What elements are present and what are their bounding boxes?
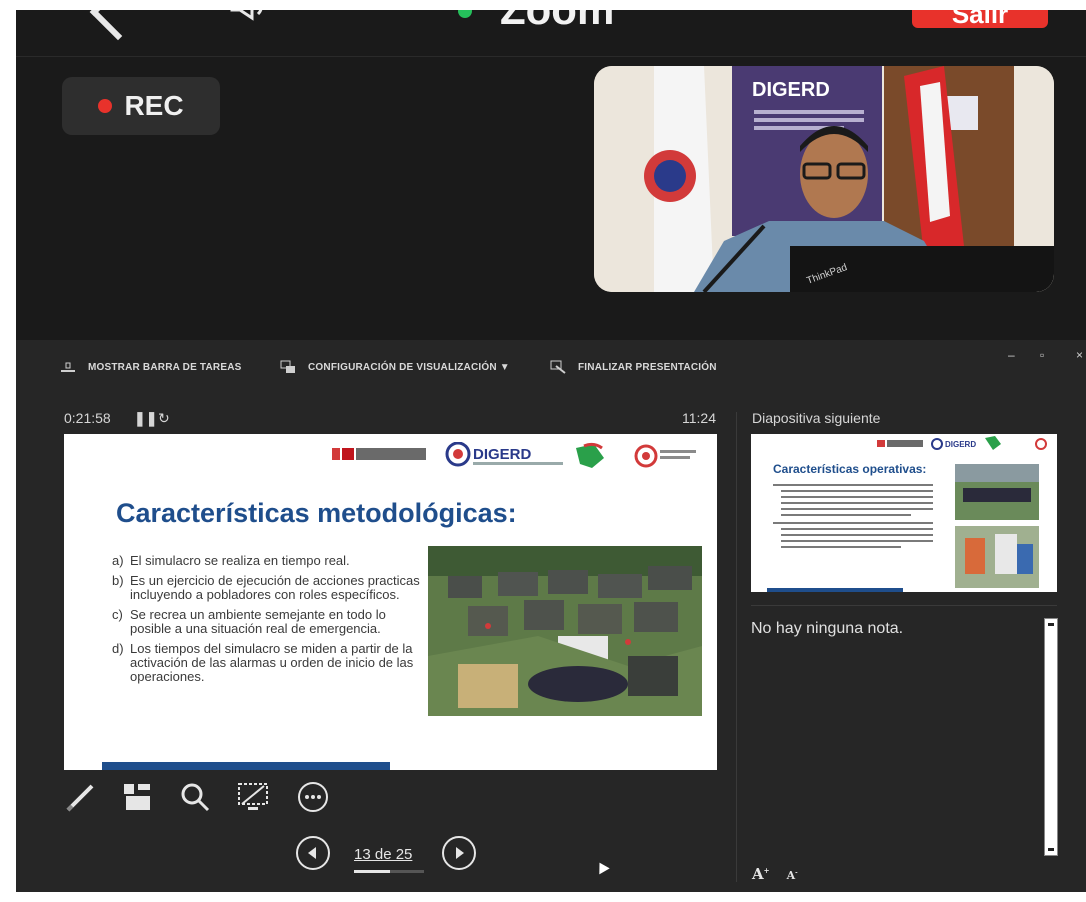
clock-time: 11:24 — [682, 410, 716, 426]
more-icon[interactable] — [296, 780, 330, 814]
list-text: El simulacro se realiza en tiempo real. — [130, 553, 350, 568]
current-slide[interactable]: DIGERD Características metodológicas: a) — [64, 434, 717, 770]
ministry-logo — [332, 448, 426, 460]
pause-icon[interactable]: ❚❚ — [134, 410, 157, 427]
end-show-button[interactable]: FINALIZAR PRESENTACIÓN — [550, 360, 717, 374]
presenter-toolbar: MOSTRAR BARRA DE TAREAS CONFIGURACIÓN DE… — [16, 340, 1086, 396]
screen-frame: Zoom Salir REC DIGERD — [16, 10, 1086, 892]
zoom-meeting-area: Zoom Salir REC DIGERD — [16, 10, 1086, 340]
notes-divider[interactable] — [751, 605, 1057, 606]
prev-icon — [308, 847, 316, 859]
list-item: a) El simulacro se realiza en tiempo rea… — [112, 554, 430, 568]
next-slide-label: Diapositiva siguiente — [752, 410, 881, 426]
restart-icon[interactable]: ↻ — [158, 410, 170, 427]
prev-slide-button[interactable] — [296, 836, 330, 870]
cursor-icon — [594, 859, 610, 875]
next-slide-text-lines — [773, 484, 933, 548]
close-icon[interactable]: × — [1076, 348, 1083, 362]
slide-bullet-list: a) El simulacro se realiza en tiempo rea… — [112, 554, 430, 690]
taskbar-icon — [61, 362, 75, 372]
drill-aerial-photo — [428, 546, 702, 716]
timer-row: 0:21:58 ❚❚ ↻ 11:24 — [64, 410, 716, 430]
list-text: Los tiempos del simulacro se miden a par… — [130, 641, 414, 684]
zoom-top-bar: Zoom Salir — [16, 10, 1086, 57]
bicentennial-logo — [634, 444, 696, 468]
next-digerd-text: DIGERD — [945, 440, 976, 449]
list-text: Se recrea un ambiente semejante en todo … — [130, 607, 386, 636]
restore-icon[interactable]: ▫ — [1040, 348, 1044, 362]
next-slide-logos: DIGERD — [877, 436, 1047, 450]
slides-grid-icon[interactable] — [120, 780, 154, 814]
notes-scrollbar[interactable] — [1044, 618, 1058, 856]
slide-navigation: 13 de 25 — [296, 836, 496, 876]
list-text: Es un ejercicio de ejecución de acciones… — [130, 573, 420, 602]
digerd-logo-text: DIGERD — [473, 446, 532, 463]
display-icon — [280, 360, 295, 373]
banner-title: DIGERD — [752, 79, 830, 101]
rec-dot-icon — [98, 99, 113, 113]
end-show-icon — [550, 360, 566, 374]
speaker-icon[interactable] — [230, 10, 270, 24]
campaign-logo — [576, 442, 604, 468]
rec-badge: REC — [62, 77, 220, 135]
slide-title: Características metodológicas: — [116, 498, 517, 528]
speaker-notes[interactable]: No hay ninguna nota. — [751, 620, 903, 638]
list-letter: d) — [112, 641, 124, 656]
show-taskbar-button[interactable]: MOSTRAR BARRA DE TAREAS — [60, 360, 242, 374]
list-item: c) Se recrea un ambiente semejante en to… — [112, 608, 430, 636]
list-item: d) Los tiempos del simulacro se miden a … — [112, 642, 430, 684]
minimize-icon[interactable]: – — [1008, 348, 1015, 362]
scroll-up-icon[interactable] — [1048, 623, 1054, 626]
pen-icon[interactable] — [64, 780, 98, 814]
list-letter: b) — [112, 573, 124, 588]
elapsed-time: 0:21:58 — [64, 410, 111, 426]
next-slide-photos — [955, 464, 1039, 588]
scroll-down-icon[interactable] — [1048, 848, 1054, 851]
next-slide-preview[interactable]: DIGERD Características operativas: — [751, 434, 1057, 592]
slide-accent-bar — [102, 762, 390, 770]
list-item: b) Es un ejercicio de ejecución de accio… — [112, 574, 430, 602]
display-settings-button[interactable]: CONFIGURACIÓN DE VISUALIZACIÓN ▼ — [280, 360, 510, 374]
list-letter: a) — [112, 553, 124, 568]
font-size-controls: A+ A- — [752, 864, 798, 883]
participant-video[interactable]: DIGERD ThinkPad — [594, 66, 1054, 292]
slide-progress-bar — [354, 870, 424, 873]
panel-divider[interactable] — [736, 412, 737, 882]
next-slide-title: Características operativas: — [773, 462, 927, 476]
next-slide-accent-bar — [767, 588, 903, 592]
slide-logos: DIGERD — [332, 442, 696, 468]
zoom-secure-dot — [458, 10, 472, 18]
show-taskbar-label: MOSTRAR BARRA DE TAREAS — [88, 361, 242, 373]
rec-label: REC — [124, 90, 184, 121]
presenter-tools — [64, 780, 344, 820]
exit-button[interactable]: Salir — [912, 10, 1048, 28]
zoom-icon[interactable] — [178, 780, 212, 814]
slide-counter[interactable]: 13 de 25 — [354, 846, 412, 863]
slide-progress-fill — [354, 870, 391, 873]
video-frame-image: DIGERD ThinkPad — [594, 66, 1054, 292]
decrease-font-button[interactable]: A- — [787, 869, 798, 882]
back-icon[interactable] — [89, 10, 147, 41]
increase-font-button[interactable]: A+ — [752, 865, 770, 883]
presenter-view: MOSTRAR BARRA DE TAREAS CONFIGURACIÓN DE… — [16, 340, 1086, 892]
digerd-logo: DIGERD — [445, 442, 563, 467]
display-settings-label: CONFIGURACIÓN DE VISUALIZACIÓN ▼ — [308, 361, 510, 373]
next-icon — [456, 847, 464, 859]
black-screen-icon[interactable] — [236, 780, 270, 814]
next-slide-button[interactable] — [442, 836, 476, 870]
list-letter: c) — [112, 607, 123, 622]
zoom-title: Zoom — [500, 10, 614, 34]
end-show-label: FINALIZAR PRESENTACIÓN — [578, 361, 717, 373]
